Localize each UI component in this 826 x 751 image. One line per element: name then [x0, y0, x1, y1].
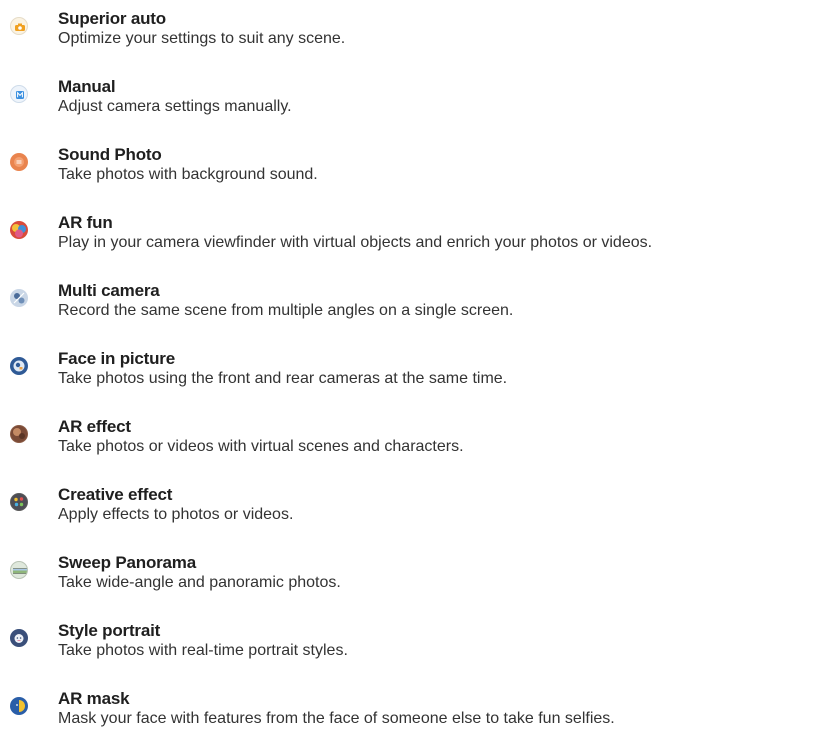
mode-title: Face in picture: [58, 349, 175, 368]
mode-item-ar-mask[interactable]: AR mask Mask your face with features fro…: [0, 683, 826, 743]
style-portrait-icon: [10, 629, 28, 647]
ar-mask-icon: [10, 697, 28, 715]
mode-item-ar-effect[interactable]: AR effect Take photos or videos with vir…: [0, 411, 826, 471]
mode-description: Adjust camera settings manually.: [58, 98, 292, 115]
sound-photo-icon: [10, 153, 28, 171]
mode-title: Manual: [58, 77, 116, 96]
mode-title: Creative effect: [58, 485, 173, 504]
mode-description: Take photos with background sound.: [58, 166, 318, 183]
mode-title: Sound Photo: [58, 145, 162, 164]
superior-auto-icon: [10, 17, 28, 35]
mode-description: Take wide-angle and panoramic photos.: [58, 574, 341, 591]
mode-description: Play in your camera viewfinder with virt…: [58, 234, 653, 251]
mode-item-face-in-picture[interactable]: Face in picture Take photos using the fr…: [0, 343, 826, 403]
mode-description: Optimize your settings to suit any scene…: [58, 30, 346, 47]
mode-item-manual[interactable]: Manual Adjust camera settings manually.: [0, 71, 826, 131]
mode-item-sound-photo[interactable]: Sound Photo Take photos with background …: [0, 139, 826, 199]
mode-description: Record the same scene from multiple angl…: [58, 302, 514, 319]
mode-description: Take photos using the front and rear cam…: [58, 370, 508, 387]
mode-item-style-portrait[interactable]: Style portrait Take photos with real-tim…: [0, 615, 826, 675]
ar-fun-icon: [10, 221, 28, 239]
mode-title: Sweep Panorama: [58, 553, 196, 572]
multi-camera-icon: [10, 289, 28, 307]
mode-item-sweep-panorama[interactable]: Sweep Panorama Take wide-angle and panor…: [0, 547, 826, 607]
mode-description: Take photos or videos with virtual scene…: [58, 438, 464, 455]
creative-effect-icon: [10, 493, 28, 511]
mode-item-creative-effect[interactable]: Creative effect Apply effects to photos …: [0, 479, 826, 539]
mode-title: AR effect: [58, 417, 131, 436]
mode-title: Style portrait: [58, 621, 161, 640]
sweep-panorama-icon: [10, 561, 28, 579]
ar-effect-icon: [10, 425, 28, 443]
mode-description: Apply effects to photos or videos.: [58, 506, 294, 523]
mode-title: Superior auto: [58, 9, 166, 28]
face-in-picture-icon: [10, 357, 28, 375]
mode-title: Multi camera: [58, 281, 160, 300]
manual-icon: [10, 85, 28, 103]
mode-title: AR mask: [58, 689, 130, 708]
mode-item-multi-camera[interactable]: Multi camera Record the same scene from …: [0, 275, 826, 335]
mode-description: Mask your face with features from the fa…: [58, 710, 615, 727]
mode-description: Take photos with real-time portrait styl…: [58, 642, 348, 659]
mode-title: AR fun: [58, 213, 113, 232]
mode-item-ar-fun[interactable]: AR fun Play in your camera viewfinder wi…: [0, 207, 826, 267]
mode-item-superior-auto[interactable]: Superior auto Optimize your settings to …: [0, 3, 826, 63]
